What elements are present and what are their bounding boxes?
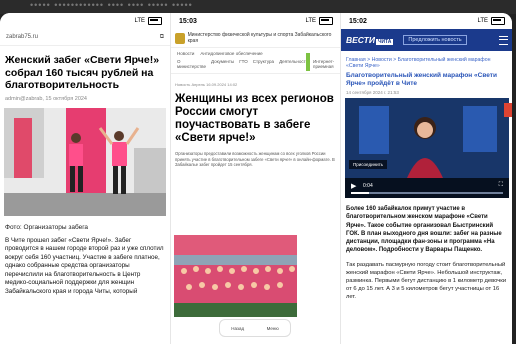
site-nav: Новости Антидопинговое обеспечение [171, 48, 341, 59]
menu-icon[interactable] [499, 35, 508, 45]
site-header: ВЕСТИ ЧИТА Предложить новость [341, 29, 512, 51]
article-photo [4, 107, 166, 216]
site-title: Министерство физической культуры и спорт… [187, 32, 332, 44]
article-headline: Благотворительный женский марафон «Свети… [346, 72, 497, 87]
logo-sub: ЧИТА [375, 39, 394, 45]
nav-item[interactable]: О министерстве [177, 59, 206, 69]
status-bar: 15:03 LTE [171, 13, 341, 29]
runners-photo [4, 107, 166, 216]
breadcrumb[interactable]: Главная > Новости > Благотворительный же… [341, 51, 512, 72]
article-photo [174, 235, 297, 317]
nav-item[interactable]: ГТО [239, 59, 247, 69]
article-lead: Организаторы предоставили возможность же… [175, 151, 335, 167]
emblem-icon [175, 32, 185, 44]
status-bar: 15:02 LTE [341, 13, 512, 29]
status-network: LTE [477, 18, 488, 24]
bottom-toolbar: Назад Меню [219, 319, 291, 337]
status-time: 15:02 [349, 17, 367, 25]
status-network: LTE [134, 18, 145, 24]
article-headline: Женский забег «Свети Ярче!» собрал 160 т… [5, 54, 160, 91]
photo-caption: Фото: Организаторы забега [5, 223, 89, 231]
nav-item[interactable]: Деятельность [279, 59, 308, 69]
logo-main: ВЕСТИ [346, 35, 375, 45]
article-date: 14 сентября 2024 г. 21:53 [346, 90, 399, 95]
site-subnav: О министерстве Документы ГТО Структура Д… [171, 59, 341, 74]
article-body: Так раздавать пасмурную погоду стоит бла… [346, 261, 507, 300]
article-body: В Чите прошел забег «Свети Ярче!». Забег… [5, 236, 164, 295]
video-player[interactable]: Присоединить ▶ 0:04 ⛶ [345, 98, 509, 198]
article-lead: Более 160 забайкалок примут участие в бл… [346, 206, 502, 254]
screen-ministry: 15:03 LTE Министерство физической культу… [170, 13, 341, 344]
vesti-logo[interactable]: ВЕСТИ ЧИТА [346, 35, 394, 45]
nav-item[interactable]: Антидопинговое обеспечение [200, 51, 262, 56]
blurred-text: ••••• •••••••••••• •••• •••• ••••• ••••• [30, 0, 193, 10]
nav-item[interactable]: Структура [253, 59, 274, 69]
battery-icon [319, 17, 333, 25]
play-icon[interactable]: ▶ [351, 182, 356, 190]
article-headline: Женщины из всех регионов России смогут п… [175, 93, 334, 144]
battery-icon [491, 17, 505, 25]
nav-item[interactable]: Новости [177, 51, 194, 56]
back-button[interactable]: Назад [231, 326, 244, 331]
article-meta: admin@zabrab, 15 октября 2024 [5, 95, 87, 102]
url-text: zabrab75.ru [6, 34, 39, 40]
status-icons: LTE [134, 17, 162, 25]
side-tab[interactable] [504, 103, 512, 117]
video-time: 0:04 [363, 183, 373, 189]
nav-item[interactable]: Интернет-приемная [313, 59, 335, 69]
fullscreen-icon[interactable]: ⛶ [499, 182, 503, 189]
status-bar: LTE [0, 13, 170, 29]
nav-item[interactable]: Документы [211, 59, 234, 69]
screen-zabrab: LTE zabrab75.ru ⧉ Женский забег «Свети Я… [0, 13, 170, 344]
url-bar[interactable]: zabrab75.ru ⧉ [0, 29, 170, 46]
suggest-news-button[interactable]: Предложить новость [403, 35, 467, 45]
video-tag[interactable]: Присоединить [349, 160, 388, 169]
blurred-top-strip: ••••• •••••••••••• •••• •••• ••••• ••••• [0, 0, 516, 14]
article-date: Новость Апрель 16.09.2024 14:02 [175, 82, 238, 87]
status-time: 15:03 [179, 17, 197, 25]
menu-button[interactable]: Меню [267, 326, 279, 331]
tablet-screen: LTE zabrab75.ru ⧉ Женский забег «Свети Я… [0, 13, 512, 344]
share-icon[interactable]: ⧉ [160, 34, 164, 41]
battery-icon [148, 17, 162, 25]
status-icons: LTE [305, 17, 333, 25]
screen-vesti: 15:02 LTE ВЕСТИ ЧИТА Предложить новость Г… [340, 13, 512, 344]
photo-frame: ••••• •••••••••••• •••• •••• ••••• •••••… [0, 0, 516, 344]
side-tab[interactable] [306, 53, 310, 71]
group-photo [174, 235, 297, 317]
site-header[interactable]: Министерство физической культуры и спорт… [171, 29, 341, 48]
status-network: LTE [305, 18, 316, 24]
status-icons: LTE [477, 17, 505, 25]
